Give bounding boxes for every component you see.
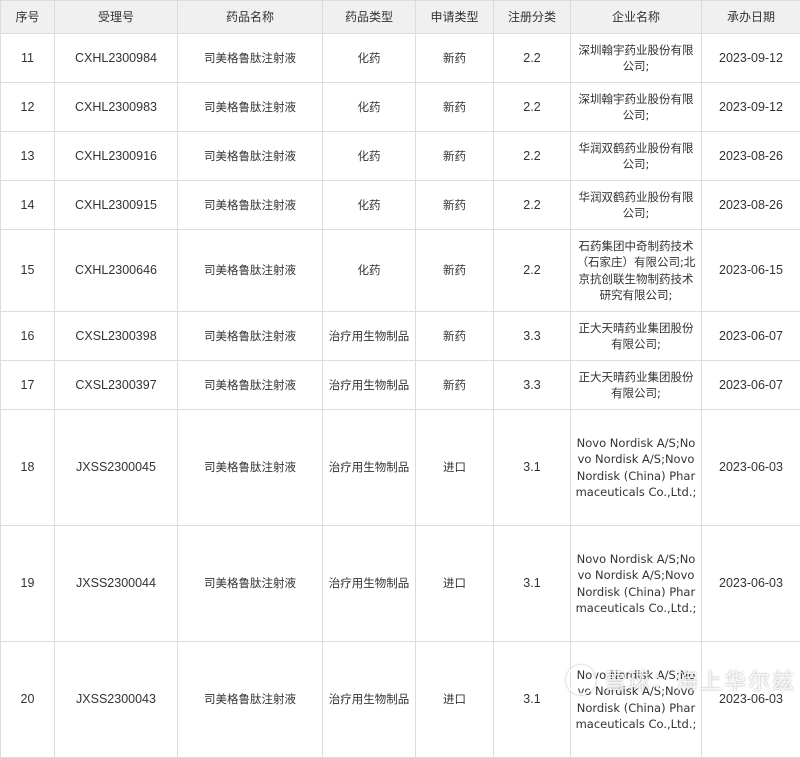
cell-seq: 17 bbox=[1, 361, 55, 410]
cell-app-type: 新药 bbox=[416, 83, 494, 132]
col-header-company: 企业名称 bbox=[571, 1, 702, 34]
drug-registration-table: 序号 受理号 药品名称 药品类型 申请类型 注册分类 企业名称 承办日期 11C… bbox=[0, 0, 800, 758]
cell-accept-no: CXSL2300397 bbox=[55, 361, 178, 410]
cell-drug-name: 司美格鲁肽注射液 bbox=[178, 181, 323, 230]
cell-seq: 14 bbox=[1, 181, 55, 230]
cell-date: 2023-09-12 bbox=[702, 83, 800, 132]
cell-date: 2023-09-12 bbox=[702, 34, 800, 83]
table-row: 18JXSS2300045司美格鲁肽注射液治疗用生物制品进口3.1Novo No… bbox=[1, 410, 800, 526]
cell-app-type: 进口 bbox=[416, 410, 494, 526]
cell-accept-no: CXSL2300398 bbox=[55, 312, 178, 361]
cell-company: 华润双鹤药业股份有限公司; bbox=[571, 181, 702, 230]
cell-app-type: 新药 bbox=[416, 361, 494, 410]
cell-company: Novo Nordisk A/S;Novo Nordisk A/S;Novo N… bbox=[571, 526, 702, 642]
cell-accept-no: CXHL2300646 bbox=[55, 230, 178, 312]
col-header-seq: 序号 bbox=[1, 1, 55, 34]
col-header-date: 承办日期 bbox=[702, 1, 800, 34]
table-row: 12CXHL2300983司美格鲁肽注射液化药新药2.2深圳翰宇药业股份有限公司… bbox=[1, 83, 800, 132]
cell-drug-type: 化药 bbox=[323, 181, 416, 230]
cell-accept-no: CXHL2300915 bbox=[55, 181, 178, 230]
table-row: 17CXSL2300397司美格鲁肽注射液治疗用生物制品新药3.3正大天晴药业集… bbox=[1, 361, 800, 410]
cell-drug-type: 化药 bbox=[323, 132, 416, 181]
col-header-drug-type: 药品类型 bbox=[323, 1, 416, 34]
cell-reg-class: 2.2 bbox=[494, 181, 571, 230]
cell-reg-class: 3.1 bbox=[494, 526, 571, 642]
cell-reg-class: 2.2 bbox=[494, 132, 571, 181]
cell-seq: 16 bbox=[1, 312, 55, 361]
cell-drug-type: 治疗用生物制品 bbox=[323, 361, 416, 410]
watermark: 雪球：海上华尔兹 bbox=[566, 664, 796, 696]
cell-accept-no: CXHL2300984 bbox=[55, 34, 178, 83]
cell-company: 华润双鹤药业股份有限公司; bbox=[571, 132, 702, 181]
cell-reg-class: 2.2 bbox=[494, 230, 571, 312]
cell-reg-class: 2.2 bbox=[494, 34, 571, 83]
cell-date: 2023-06-07 bbox=[702, 361, 800, 410]
cell-accept-no: CXHL2300916 bbox=[55, 132, 178, 181]
cell-drug-type: 化药 bbox=[323, 230, 416, 312]
cell-drug-name: 司美格鲁肽注射液 bbox=[178, 410, 323, 526]
cell-drug-type: 治疗用生物制品 bbox=[323, 312, 416, 361]
cell-drug-name: 司美格鲁肽注射液 bbox=[178, 132, 323, 181]
cell-company: 深圳翰宇药业股份有限公司; bbox=[571, 83, 702, 132]
cell-company: Novo Nordisk A/S;Novo Nordisk A/S;Novo N… bbox=[571, 410, 702, 526]
cell-drug-name: 司美格鲁肽注射液 bbox=[178, 83, 323, 132]
col-header-drug-name: 药品名称 bbox=[178, 1, 323, 34]
cell-seq: 12 bbox=[1, 83, 55, 132]
table-row: 19JXSS2300044司美格鲁肽注射液治疗用生物制品进口3.1Novo No… bbox=[1, 526, 800, 642]
col-header-accept-no: 受理号 bbox=[55, 1, 178, 34]
cell-accept-no: CXHL2300983 bbox=[55, 83, 178, 132]
cell-app-type: 新药 bbox=[416, 34, 494, 83]
cell-drug-type: 治疗用生物制品 bbox=[323, 526, 416, 642]
table-row: 15CXHL2300646司美格鲁肽注射液化药新药2.2石药集团中奇制药技术（石… bbox=[1, 230, 800, 312]
cell-app-type: 进口 bbox=[416, 526, 494, 642]
cell-drug-name: 司美格鲁肽注射液 bbox=[178, 312, 323, 361]
cell-company: 石药集团中奇制药技术（石家庄）有限公司;北京抗创联生物制药技术研究有限公司; bbox=[571, 230, 702, 312]
cell-reg-class: 3.1 bbox=[494, 410, 571, 526]
cell-date: 2023-06-03 bbox=[702, 526, 800, 642]
header-row: 序号 受理号 药品名称 药品类型 申请类型 注册分类 企业名称 承办日期 bbox=[1, 1, 800, 34]
cell-seq: 18 bbox=[1, 410, 55, 526]
cell-date: 2023-08-26 bbox=[702, 132, 800, 181]
cell-seq: 13 bbox=[1, 132, 55, 181]
cell-date: 2023-06-15 bbox=[702, 230, 800, 312]
cell-date: 2023-08-26 bbox=[702, 181, 800, 230]
table-row: 16CXSL2300398司美格鲁肽注射液治疗用生物制品新药3.3正大天晴药业集… bbox=[1, 312, 800, 361]
table-row: 11CXHL2300984司美格鲁肽注射液化药新药2.2深圳翰宇药业股份有限公司… bbox=[1, 34, 800, 83]
cell-app-type: 新药 bbox=[416, 181, 494, 230]
cell-app-type: 新药 bbox=[416, 230, 494, 312]
cell-drug-name: 司美格鲁肽注射液 bbox=[178, 361, 323, 410]
cell-drug-name: 司美格鲁肽注射液 bbox=[178, 526, 323, 642]
cell-app-type: 新药 bbox=[416, 132, 494, 181]
cell-drug-type: 化药 bbox=[323, 34, 416, 83]
cell-company: 正大天晴药业集团股份有限公司; bbox=[571, 312, 702, 361]
cell-app-type: 新药 bbox=[416, 312, 494, 361]
cell-reg-class: 3.3 bbox=[494, 361, 571, 410]
cell-seq: 19 bbox=[1, 526, 55, 642]
cell-company: 正大天晴药业集团股份有限公司; bbox=[571, 361, 702, 410]
watermark-text: 雪球：海上华尔兹 bbox=[604, 664, 796, 696]
cell-accept-no: JXSS2300044 bbox=[55, 526, 178, 642]
cell-drug-name: 司美格鲁肽注射液 bbox=[178, 34, 323, 83]
cell-reg-class: 2.2 bbox=[494, 83, 571, 132]
cell-date: 2023-06-07 bbox=[702, 312, 800, 361]
cell-drug-type: 化药 bbox=[323, 83, 416, 132]
snowball-logo-icon bbox=[566, 665, 596, 695]
cell-reg-class: 3.3 bbox=[494, 312, 571, 361]
cell-seq: 15 bbox=[1, 230, 55, 312]
cell-accept-no: JXSS2300045 bbox=[55, 410, 178, 526]
cell-date: 2023-06-03 bbox=[702, 410, 800, 526]
cell-drug-type: 治疗用生物制品 bbox=[323, 410, 416, 526]
col-header-reg-class: 注册分类 bbox=[494, 1, 571, 34]
col-header-app-type: 申请类型 bbox=[416, 1, 494, 34]
cell-drug-name: 司美格鲁肽注射液 bbox=[178, 230, 323, 312]
cell-seq: 11 bbox=[1, 34, 55, 83]
table-row: 13CXHL2300916司美格鲁肽注射液化药新药2.2华润双鹤药业股份有限公司… bbox=[1, 132, 800, 181]
table-row: 14CXHL2300915司美格鲁肽注射液化药新药2.2华润双鹤药业股份有限公司… bbox=[1, 181, 800, 230]
cell-company: 深圳翰宇药业股份有限公司; bbox=[571, 34, 702, 83]
